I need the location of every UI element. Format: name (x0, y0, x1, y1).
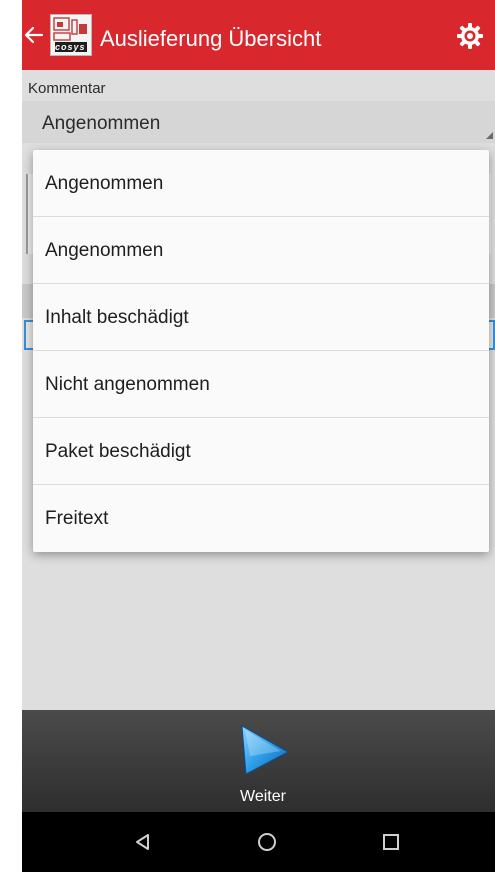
back-button[interactable] (22, 18, 46, 52)
nav-home-icon (258, 833, 276, 851)
android-nav-bar (22, 812, 495, 872)
app-bar: cosys Auslieferung Übersicht (22, 0, 495, 70)
app-screen: cosys Auslieferung Übersicht Kommentar A… (22, 0, 495, 872)
app-logo: cosys (50, 14, 92, 56)
nav-back-icon (136, 834, 149, 850)
nav-home-button[interactable] (250, 825, 284, 859)
dropdown-option[interactable]: Paket beschädigt (33, 418, 489, 485)
comment-label: Kommentar (28, 80, 106, 97)
dropdown-option[interactable]: Inhalt beschädigt (33, 284, 489, 351)
back-arrow-icon (24, 26, 44, 44)
next-button[interactable]: Weiter (218, 718, 308, 810)
dropdown-option[interactable]: Angenommen (33, 217, 489, 284)
next-label: Weiter (240, 788, 286, 805)
dropdown-option[interactable]: Nicht angenommen (33, 351, 489, 418)
nav-recents-button[interactable] (374, 825, 408, 859)
spinner-dropdown-icon (486, 132, 493, 139)
play-arrow-icon (241, 725, 290, 775)
comment-dropdown-list: Angenommen Angenommen Inhalt beschädigt … (33, 150, 489, 552)
dropdown-option[interactable]: Angenommen (33, 150, 489, 217)
comment-spinner[interactable]: Angenommen (22, 101, 495, 143)
gear-icon (457, 23, 483, 49)
nav-back-button[interactable] (126, 825, 160, 859)
nav-recents-icon (383, 834, 399, 850)
settings-button[interactable] (456, 22, 484, 50)
spinner-value: Angenommen (42, 113, 161, 134)
page-title: Auslieferung Übersicht (100, 26, 322, 51)
dropdown-option[interactable]: Freitext (33, 485, 489, 552)
bottom-action-bar: Weiter (22, 710, 495, 812)
logo-text: cosys (55, 42, 86, 52)
